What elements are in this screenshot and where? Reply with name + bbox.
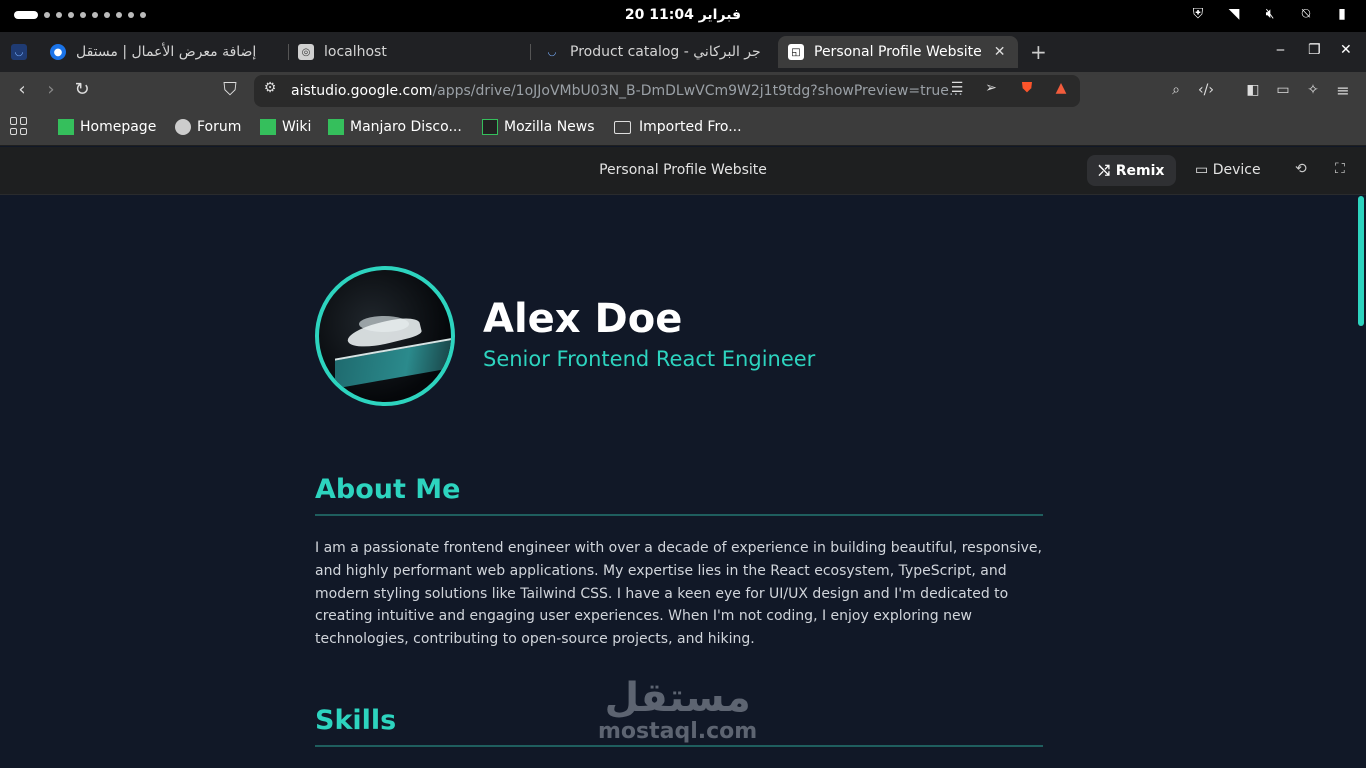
bookmark-imported-folder[interactable]: Imported Fro... bbox=[614, 119, 742, 135]
bookmark-icon[interactable]: ⛉ bbox=[219, 79, 241, 100]
leo-ai-icon[interactable]: ✧ bbox=[1302, 82, 1324, 98]
wallet-icon[interactable]: ▭ bbox=[1272, 82, 1294, 98]
tab-label: Product catalog - جر البركاني bbox=[570, 44, 761, 60]
maximize-icon[interactable]: ❐ bbox=[1308, 42, 1321, 58]
mostaql-watermark: مستقل mostaql.com bbox=[598, 676, 757, 744]
manjaro-icon bbox=[328, 119, 344, 135]
globe-favicon-icon: ◎ bbox=[298, 44, 314, 60]
close-tab-icon[interactable]: ✕ bbox=[994, 44, 1006, 60]
screenshot-icon[interactable]: ⌕ bbox=[1165, 82, 1187, 98]
manjaro-icon bbox=[260, 119, 276, 135]
tab-localhost[interactable]: ◎ localhost bbox=[288, 36, 528, 68]
about-text: I am a passionate frontend engineer with… bbox=[315, 540, 1042, 648]
mute-icon[interactable]: 🔇︎ bbox=[1260, 6, 1280, 22]
device-icon: ▭ bbox=[1195, 162, 1209, 178]
forward-icon[interactable]: › bbox=[40, 79, 62, 100]
site-settings-icon[interactable]: ⚙ bbox=[259, 80, 281, 96]
system-tray[interactable]: ⛨ ◥ 🔇︎ ⍉ ▮ bbox=[1188, 6, 1352, 22]
bookmark-homepage[interactable]: Homepage bbox=[58, 119, 156, 135]
close-window-icon[interactable]: ✕ bbox=[1340, 42, 1352, 58]
watermark-arabic: مستقل bbox=[604, 675, 751, 721]
bookmark-manjaro-discover[interactable]: Manjaro Disco... bbox=[328, 119, 462, 135]
address-bar[interactable]: ⚙ aistudio.google.com/apps/drive/1oJJoVM… bbox=[254, 75, 1080, 107]
apps-grid-icon[interactable] bbox=[10, 117, 28, 135]
bookmark-mozilla-news[interactable]: Mozilla News bbox=[482, 119, 595, 135]
fullscreen-icon[interactable]: ⛶ bbox=[1335, 161, 1345, 177]
url-host: aistudio.google.com bbox=[291, 83, 433, 99]
bell-off-icon[interactable]: ⍉ bbox=[1296, 6, 1316, 22]
studio-header: Personal Profile Website ⤭ Remix ▭ Devic… bbox=[0, 147, 1366, 195]
remix-icon: ⤭ bbox=[1098, 162, 1110, 179]
tab-strip: ◡ ● إضافة معرض الأعمال | مستقل ◎ localho… bbox=[0, 32, 1366, 72]
bookmark-label: Imported Fro... bbox=[639, 119, 742, 135]
bookmark-forum[interactable]: Forum bbox=[175, 119, 241, 135]
bookmark-label: Homepage bbox=[80, 119, 157, 135]
folder-icon bbox=[614, 120, 631, 134]
share-icon[interactable]: ➢ bbox=[980, 80, 1002, 96]
browser-toolbar: ‹ › ↻ ⛉ ⚙ aistudio.google.com/apps/drive… bbox=[0, 72, 1366, 110]
new-tab-icon[interactable]: + bbox=[1030, 40, 1047, 64]
skills-divider bbox=[315, 745, 1043, 747]
device-label: Device bbox=[1212, 162, 1261, 178]
sidebar-icon[interactable]: ◧ bbox=[1242, 82, 1264, 98]
profile-role: Senior Frontend React Engineer bbox=[483, 347, 816, 371]
bookmarks-bar: Homepage Forum Wiki Manjaro Disco... Moz… bbox=[0, 110, 1366, 146]
reader-mode-icon[interactable]: ☰ bbox=[946, 80, 968, 96]
back-icon[interactable]: ‹ bbox=[11, 79, 33, 100]
bookmark-label: Mozilla News bbox=[504, 119, 595, 135]
url-text[interactable]: aistudio.google.com/apps/drive/1oJJoVMbU… bbox=[291, 83, 963, 99]
manjaro-icon bbox=[58, 119, 74, 135]
mozilla-icon bbox=[482, 119, 498, 135]
reload-icon[interactable]: ↻ bbox=[71, 79, 93, 100]
about-divider bbox=[315, 514, 1043, 516]
tab-label: localhost bbox=[324, 44, 387, 60]
remix-label: Remix bbox=[1115, 162, 1165, 179]
shield-icon[interactable]: ⛨ bbox=[1188, 6, 1208, 22]
url-path: /apps/drive/1oJJoVMbU03N_B-DmDLwVCm9W2j1… bbox=[432, 83, 963, 99]
brave-rewards-icon[interactable]: ▲ bbox=[1050, 80, 1072, 96]
tab-label: إضافة معرض الأعمال | مستقل bbox=[76, 44, 257, 60]
bookmark-wiki[interactable]: Wiki bbox=[260, 119, 311, 135]
bookmark-label: Wiki bbox=[282, 119, 312, 135]
profile-name: Alex Doe bbox=[483, 296, 683, 342]
mostaql-favicon-icon: ● bbox=[50, 44, 66, 60]
about-heading: About Me bbox=[315, 474, 461, 505]
brave-shield-icon[interactable]: ⛊ bbox=[1016, 80, 1038, 96]
minimize-icon[interactable]: ‒ bbox=[1276, 42, 1285, 58]
tab-label: Personal Profile Website bbox=[814, 44, 982, 60]
scrollbar-thumb[interactable] bbox=[1358, 196, 1364, 326]
app-favicon-icon: ◱ bbox=[788, 44, 804, 60]
profile-avatar bbox=[315, 266, 455, 406]
bookmark-label: Manjaro Disco... bbox=[350, 119, 462, 135]
tab-personal-profile[interactable]: ◱ Personal Profile Website ✕ bbox=[778, 36, 1018, 68]
os-status-bar: 20 فبراير 11:04 ⛨ ◥ 🔇︎ ⍉ ▮ bbox=[0, 0, 1366, 32]
dev-tools-icon[interactable]: ‹/› bbox=[1195, 82, 1217, 98]
device-button[interactable]: ▭ Device bbox=[1195, 162, 1261, 178]
tab-product-catalog[interactable]: ◡ Product catalog - جر البركاني bbox=[534, 36, 774, 68]
app-preview: Alex Doe Senior Frontend React Engineer … bbox=[0, 196, 1366, 768]
watermark-latin: mostaql.com bbox=[598, 719, 758, 744]
bookmark-label: Forum bbox=[197, 119, 242, 135]
globe-icon bbox=[175, 119, 191, 135]
mostaql-favicon-icon: ◡ bbox=[547, 46, 557, 58]
tab-menu-button[interactable]: ◡ bbox=[4, 36, 34, 68]
wifi-icon[interactable]: ◥ bbox=[1224, 6, 1244, 22]
tab-mostaql[interactable]: ● إضافة معرض الأعمال | مستقل bbox=[40, 36, 285, 68]
tab-divider bbox=[530, 44, 531, 60]
skills-heading: Skills bbox=[315, 705, 397, 736]
clock[interactable]: 20 فبراير 11:04 bbox=[0, 7, 1366, 23]
mostaql-logo-icon: ◡ bbox=[11, 44, 27, 60]
remix-button[interactable]: ⤭ Remix bbox=[1087, 155, 1176, 186]
menu-icon[interactable]: ≡ bbox=[1332, 81, 1354, 100]
battery-icon[interactable]: ▮ bbox=[1332, 6, 1352, 22]
refresh-preview-icon[interactable]: ⟲ bbox=[1295, 161, 1307, 177]
